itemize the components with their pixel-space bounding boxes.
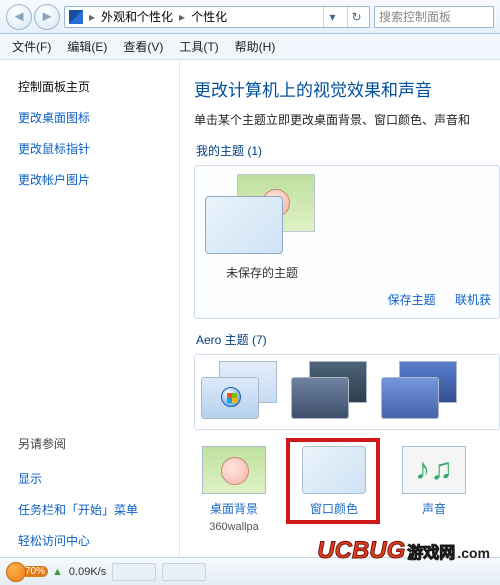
search-input[interactable]: 搜索控制面板 <box>374 6 494 28</box>
address-bar[interactable]: ▸ 外观和个性化 ▸ 个性化 ▾ ↻ <box>64 6 370 28</box>
sound-label: 声音 <box>394 500 474 517</box>
sidebar-change-icons[interactable]: 更改桌面图标 <box>18 109 165 126</box>
window-nav-bar: ◄ ► ▸ 外观和个性化 ▸ 个性化 ▾ ↻ 搜索控制面板 <box>0 0 500 34</box>
sidebar-display[interactable]: 显示 <box>18 470 165 487</box>
sound-button[interactable]: ♪♫ 声音 <box>394 446 474 517</box>
sidebar-taskbar[interactable]: 任务栏和「开始」菜单 <box>18 501 165 518</box>
network-speed: 0.09K/s <box>69 566 106 578</box>
sidebar-change-account-pic[interactable]: 更改帐户图片 <box>18 171 165 188</box>
window-color-icon <box>302 446 366 494</box>
wallpaper-subtext: 360wallpa <box>194 521 274 533</box>
breadcrumb-dropdown[interactable]: ▾ <box>323 6 341 28</box>
menu-view[interactable]: 查看(V) <box>123 38 163 55</box>
theme-unsaved[interactable]: 未保存的主题 <box>203 174 321 281</box>
theme-unsaved-label: 未保存的主题 <box>203 264 321 281</box>
menu-file[interactable]: 文件(F) <box>12 38 51 55</box>
sidebar-see-also-label: 另请参阅 <box>18 435 165 452</box>
window-color-button[interactable]: 窗口颜色 <box>294 446 374 517</box>
sidebar: 控制面板主页 更改桌面图标 更改鼠标指针 更改帐户图片 另请参阅 显示 任务栏和… <box>0 60 180 559</box>
breadcrumb-sep: ▸ <box>89 10 95 24</box>
aero-theme-2[interactable] <box>291 361 375 423</box>
online-themes-link[interactable]: 联机获 <box>455 293 491 307</box>
sound-icon: ♪♫ <box>402 446 466 494</box>
control-panel-icon <box>69 10 83 24</box>
page-subtext: 单击某个主题立即更改桌面背景、窗口颜色、声音和 <box>194 111 500 128</box>
my-themes-group: 未保存的主题 保存主题 联机获 <box>194 165 500 319</box>
personalization-row: 桌面背景 360wallpa 窗口颜色 ♪♫ 声音 <box>194 446 500 533</box>
search-placeholder: 搜索控制面板 <box>379 8 451 25</box>
windows-logo-icon <box>221 387 241 407</box>
sidebar-ease-of-access[interactable]: 轻松访问中心 <box>18 532 165 549</box>
forward-button[interactable]: ► <box>34 4 60 30</box>
aero-theme-3[interactable] <box>381 361 465 423</box>
aero-themes-row <box>194 354 500 430</box>
menu-bar: 文件(F) 编辑(E) 查看(V) 工具(T) 帮助(H) <box>0 34 500 60</box>
sidebar-change-pointers[interactable]: 更改鼠标指针 <box>18 140 165 157</box>
desktop-background-label: 桌面背景 <box>194 500 274 517</box>
zoom-orb-icon[interactable] <box>6 562 26 582</box>
taskbar: 70% ▲ 0.09K/s <box>0 557 500 585</box>
taskbar-tab[interactable] <box>162 563 206 581</box>
upload-arrow-icon: ▲ <box>52 566 63 578</box>
refresh-button[interactable]: ↻ <box>347 6 365 28</box>
window-preview-icon <box>205 196 283 254</box>
page-heading: 更改计算机上的视觉效果和声音 <box>194 76 500 101</box>
menu-help[interactable]: 帮助(H) <box>235 38 276 55</box>
breadcrumb-sep: ▸ <box>179 10 185 24</box>
nav-arrows: ◄ ► <box>6 4 60 30</box>
sidebar-home[interactable]: 控制面板主页 <box>18 78 165 95</box>
theme-actions: 保存主题 联机获 <box>203 291 491 308</box>
breadcrumb-level2[interactable]: 个性化 <box>191 8 227 25</box>
my-themes-title: 我的主题 (1) <box>196 142 498 159</box>
aero-theme-1[interactable] <box>201 361 285 423</box>
back-button[interactable]: ◄ <box>6 4 32 30</box>
desktop-background-button[interactable]: 桌面背景 360wallpa <box>194 446 274 533</box>
save-theme-link[interactable]: 保存主题 <box>388 293 436 307</box>
pig-icon <box>221 457 249 485</box>
menu-edit[interactable]: 编辑(E) <box>67 38 107 55</box>
menu-tools[interactable]: 工具(T) <box>179 38 218 55</box>
breadcrumb-level1[interactable]: 外观和个性化 <box>101 8 173 25</box>
taskbar-tab[interactable] <box>112 563 156 581</box>
main-panel: 更改计算机上的视觉效果和声音 单击某个主题立即更改桌面背景、窗口颜色、声音和 我… <box>180 60 500 559</box>
wallpaper-thumb-icon <box>202 446 266 494</box>
aero-themes-title: Aero 主题 (7) <box>196 331 498 348</box>
